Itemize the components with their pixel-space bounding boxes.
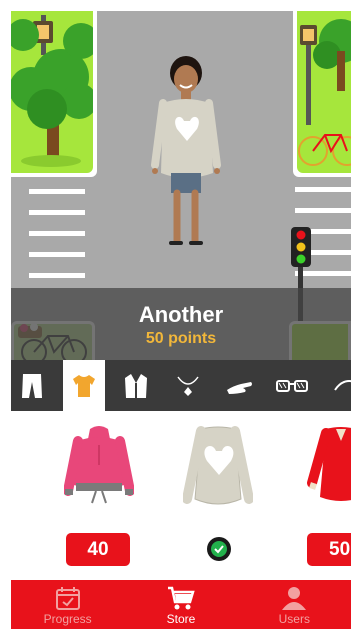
item-info-overlay: Another 50 points: [11, 288, 351, 360]
store-item-dress[interactable]: 50: [280, 411, 351, 579]
crosswalk: [29, 189, 85, 294]
category-tab-necklace[interactable]: [167, 360, 209, 411]
tab-label: Progress: [43, 612, 92, 626]
user-icon: [282, 587, 307, 610]
bottom-tab-bar: Progress Store Users: [11, 580, 351, 629]
store-items-list: 40 50: [0, 411, 351, 579]
category-bar: [11, 360, 351, 411]
cart-icon: [167, 586, 195, 610]
tab-label: Store: [166, 612, 196, 626]
sweater-image: [158, 425, 278, 515]
tab-progress[interactable]: Progress: [11, 580, 124, 629]
bracelet-icon: [227, 381, 252, 394]
jacket-icon: [125, 373, 147, 398]
tab-label: Users: [278, 612, 310, 626]
store-item-hoodie[interactable]: 40: [39, 411, 159, 579]
necklace-icon: [177, 376, 199, 396]
item-name: Another: [138, 302, 224, 327]
grass-patch: [11, 11, 99, 173]
category-tab-jacket[interactable]: [115, 360, 157, 411]
category-tab-pants[interactable]: [11, 360, 53, 411]
dress-image: [280, 425, 351, 515]
category-tab-glasses[interactable]: [271, 360, 313, 411]
tab-store[interactable]: Store: [124, 580, 237, 629]
pants-icon: [22, 373, 42, 398]
calendar-check-icon: [55, 587, 80, 610]
price-button[interactable]: 50: [307, 533, 351, 566]
shirt-icon: [73, 374, 95, 397]
category-tab-shirt[interactable]: [63, 360, 105, 411]
price-button[interactable]: 40: [66, 533, 130, 566]
grass-patch: [297, 11, 351, 173]
avatar-preview-scene: Another 50 points: [11, 11, 351, 360]
item-points: 50 points: [145, 330, 217, 347]
avatar: [151, 56, 221, 245]
earring-icon: [334, 379, 351, 391]
category-tab-earrings[interactable]: [323, 360, 351, 411]
category-tab-bracelet[interactable]: [219, 360, 261, 411]
hoodie-image: [39, 425, 159, 515]
store-item-sweater[interactable]: [158, 411, 278, 579]
owned-checkmark-icon: [207, 537, 231, 561]
tab-users[interactable]: Users: [238, 580, 351, 629]
glasses-icon: [276, 379, 308, 392]
